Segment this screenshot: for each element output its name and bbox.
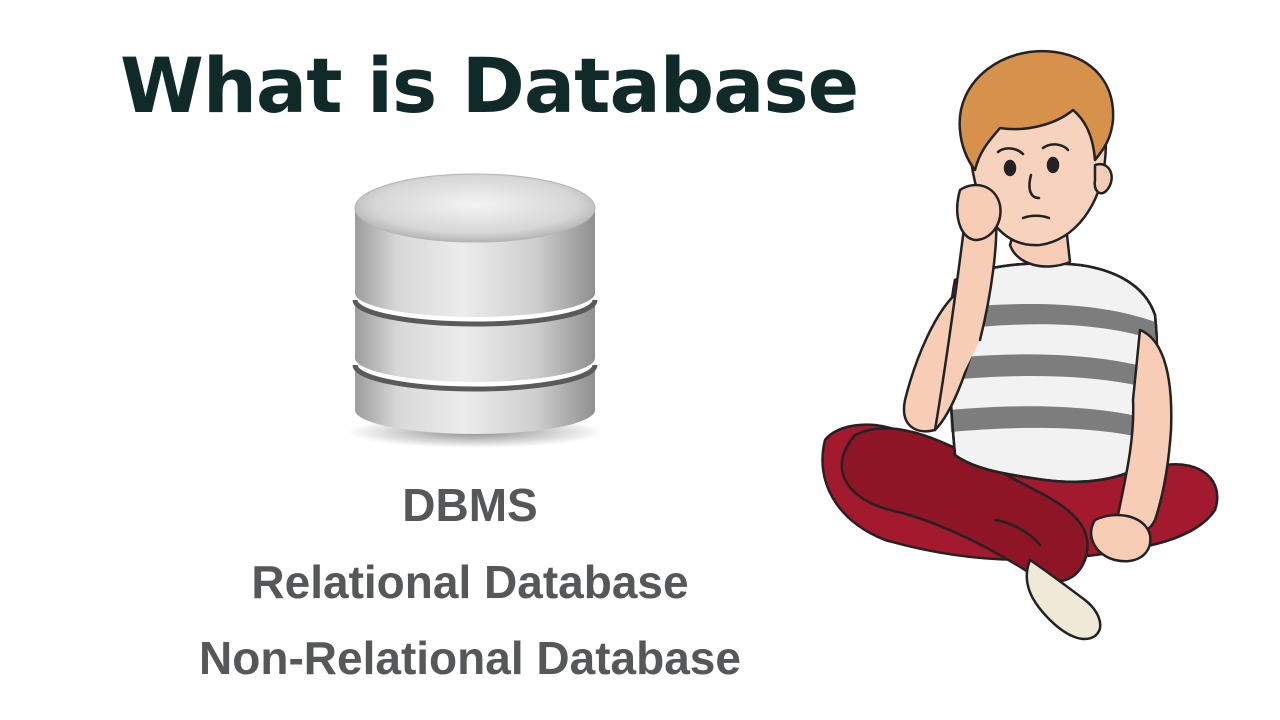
topic-dbms: DBMS (402, 479, 538, 531)
topic-non-relational-database: Non-Relational Database (199, 632, 741, 684)
slide-title: What is Database (120, 41, 859, 130)
topic-relational-database: Relational Database (251, 556, 689, 608)
slide: What is Database DBMS Relational Databas… (0, 0, 1280, 720)
database-cylinder-icon (347, 173, 603, 448)
thinking-boy-illustration (821, 49, 1219, 641)
